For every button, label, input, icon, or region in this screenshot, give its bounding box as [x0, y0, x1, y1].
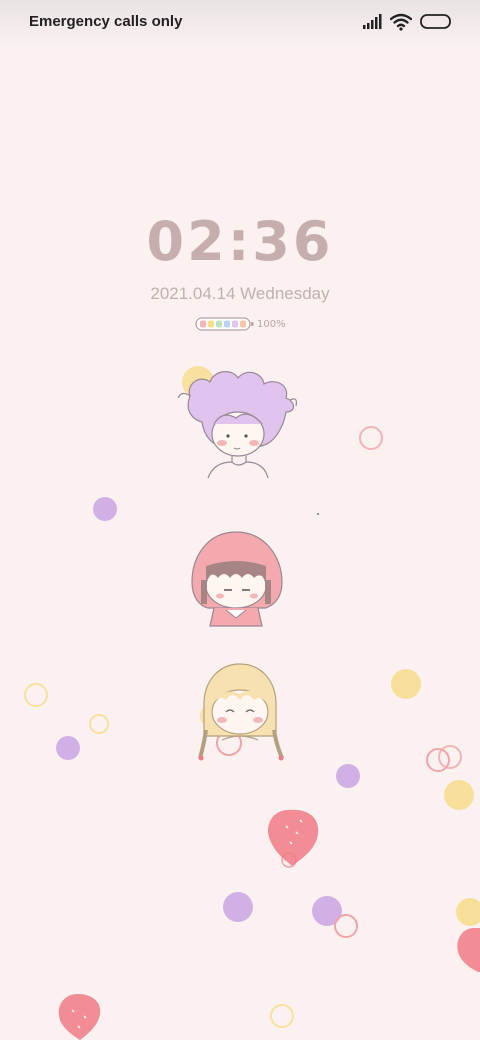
- bubble-pink-ring: [438, 745, 462, 769]
- character-red-hood: [191, 531, 283, 627]
- bubble-pink-ring: [334, 914, 358, 938]
- strawberries: [58, 809, 480, 1040]
- wallpaper: [24, 366, 480, 1040]
- bubble-ring: [24, 683, 48, 707]
- bubble-ring: [270, 1004, 294, 1028]
- bubble-purple: [223, 892, 253, 922]
- bubble-yellow: [456, 898, 480, 926]
- strawberry: [58, 994, 101, 1040]
- strawberry: [457, 928, 480, 972]
- bubble-ring: [89, 714, 109, 734]
- bubble-purple: [93, 497, 117, 521]
- character-purple-hair: [177, 371, 297, 479]
- bubble-purple: [336, 764, 360, 788]
- bubble-yellow: [444, 780, 474, 810]
- strawberry: [268, 809, 319, 866]
- bubble-purple: [312, 896, 342, 926]
- bubble-purple: [56, 736, 80, 760]
- bubble-yellow: [391, 669, 421, 699]
- bubble-pink-ring: [359, 426, 383, 450]
